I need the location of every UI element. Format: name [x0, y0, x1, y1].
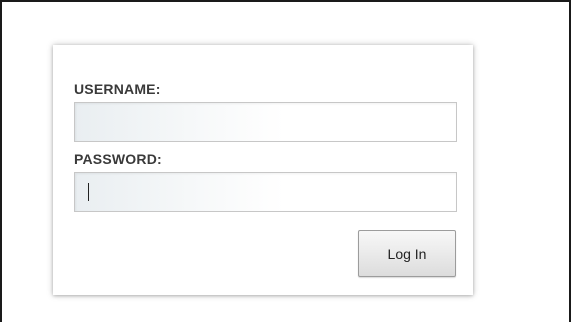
password-label: PASSWORD: [74, 151, 162, 167]
username-label: USERNAME: [74, 81, 161, 97]
login-button[interactable]: Log In [358, 230, 456, 277]
text-caret [88, 183, 89, 201]
page-frame: USERNAME: PASSWORD: Log In [0, 0, 571, 322]
password-input[interactable] [74, 172, 457, 212]
username-input[interactable] [74, 102, 457, 142]
login-card: USERNAME: PASSWORD: Log In [53, 45, 473, 295]
